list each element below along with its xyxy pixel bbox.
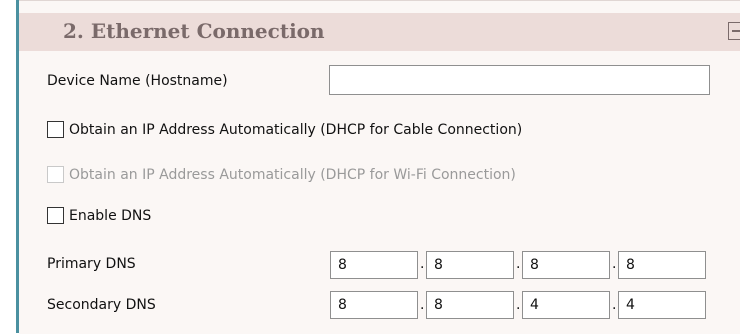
secondary-dns-octet-3[interactable] bbox=[522, 291, 610, 319]
dhcp-cable-checkbox[interactable] bbox=[47, 121, 64, 138]
hostname-input[interactable] bbox=[329, 65, 710, 95]
secondary-dns-octet-1[interactable] bbox=[330, 291, 418, 319]
primary-dns-octet-3[interactable] bbox=[522, 251, 610, 279]
secondary-dns-octet-4[interactable] bbox=[618, 291, 706, 319]
octet-separator: . bbox=[612, 256, 617, 272]
collapse-icon[interactable] bbox=[728, 22, 740, 40]
secondary-dns-octet-2[interactable] bbox=[426, 291, 514, 319]
dhcp-wifi-checkbox bbox=[47, 166, 64, 183]
enable-dns-label: Enable DNS bbox=[69, 207, 152, 224]
section-header[interactable]: 2. Ethernet Connection bbox=[19, 13, 740, 51]
secondary-dns-label: Secondary DNS bbox=[47, 297, 156, 313]
hostname-label: Device Name (Hostname) bbox=[47, 73, 228, 89]
enable-dns-row[interactable]: Enable DNS bbox=[47, 207, 151, 224]
section-title: 2. Ethernet Connection bbox=[63, 19, 325, 43]
octet-separator: . bbox=[516, 256, 521, 272]
ethernet-connection-panel: 2. Ethernet Connection Device Name (Host… bbox=[19, 0, 740, 334]
primary-dns-label: Primary DNS bbox=[47, 256, 136, 272]
primary-dns-octet-2[interactable] bbox=[426, 251, 514, 279]
left-accent-bar bbox=[0, 0, 20, 333]
dhcp-cable-row[interactable]: Obtain an IP Address Automatically (DHCP… bbox=[47, 121, 522, 138]
octet-separator: . bbox=[516, 297, 521, 313]
dhcp-wifi-label: Obtain an IP Address Automatically (DHCP… bbox=[69, 166, 516, 183]
primary-dns-octet-1[interactable] bbox=[330, 251, 418, 279]
dhcp-wifi-row: Obtain an IP Address Automatically (DHCP… bbox=[47, 166, 516, 183]
dhcp-cable-label: Obtain an IP Address Automatically (DHCP… bbox=[69, 121, 523, 138]
enable-dns-checkbox[interactable] bbox=[47, 207, 64, 224]
octet-separator: . bbox=[420, 297, 425, 313]
primary-dns-octet-4[interactable] bbox=[618, 251, 706, 279]
octet-separator: . bbox=[420, 256, 425, 272]
octet-separator: . bbox=[612, 297, 617, 313]
